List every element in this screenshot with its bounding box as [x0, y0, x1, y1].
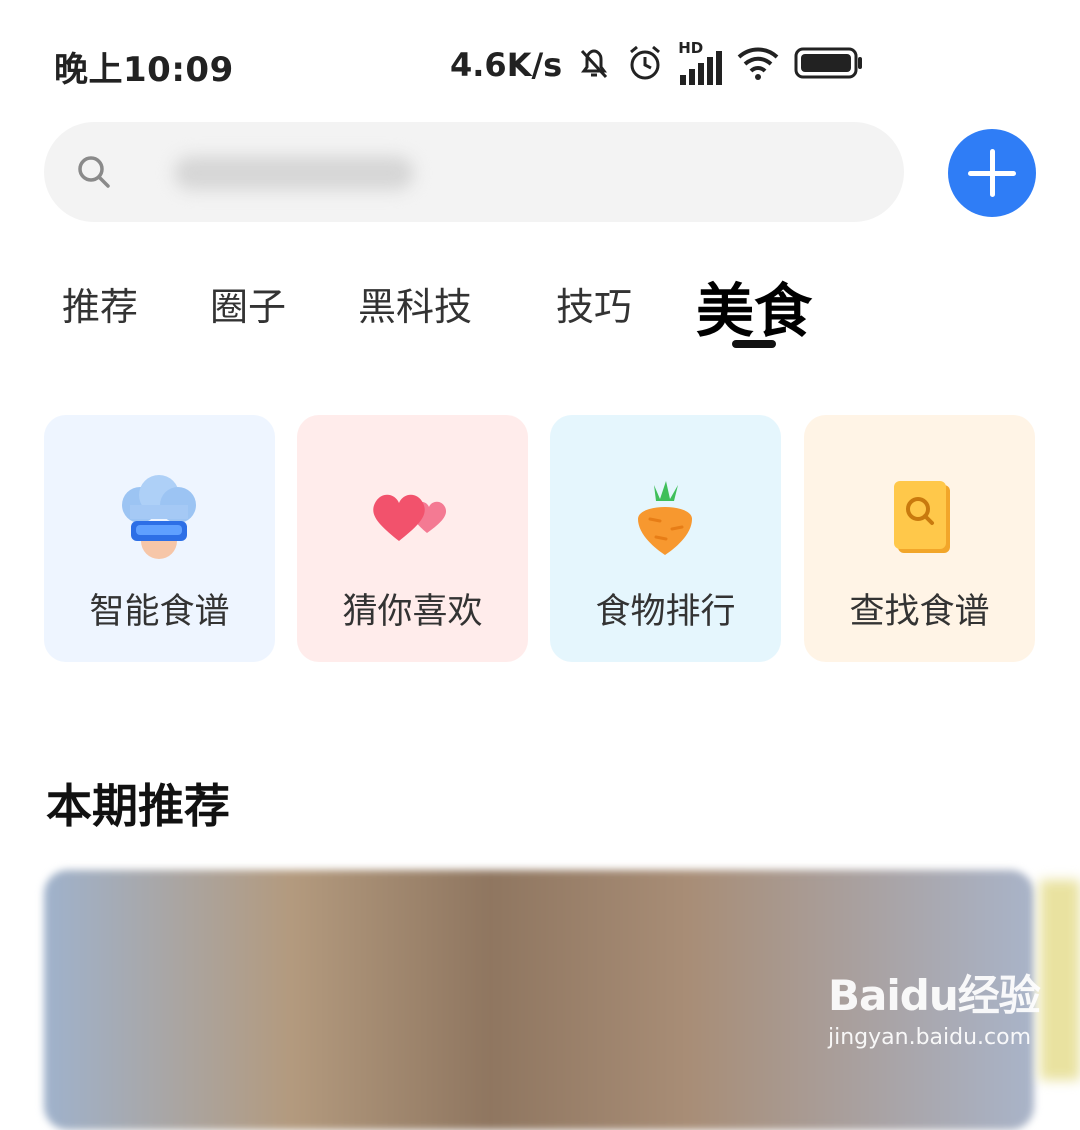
wifi-icon	[736, 45, 780, 85]
card-food-ranking[interactable]: 食物排行	[550, 415, 781, 662]
status-icons: 4.6K/s HD	[450, 39, 864, 90]
search-bar[interactable]	[44, 122, 904, 222]
carrot-icon	[610, 463, 720, 573]
tab-food[interactable]: 美食	[696, 264, 812, 348]
battery-icon	[794, 46, 864, 84]
status-time: 晚上10:09	[54, 50, 234, 90]
tab-tips[interactable]: 技巧	[556, 276, 632, 331]
card-label: 查找食谱	[849, 592, 990, 632]
card-smart-recipe[interactable]: 智能食谱	[44, 415, 275, 662]
recipe-book-search-icon	[864, 463, 974, 573]
card-label: 猜你喜欢	[342, 592, 483, 632]
next-banner-peek[interactable]	[1040, 880, 1080, 1080]
add-button[interactable]	[948, 129, 1036, 217]
search-hint-blurred	[174, 156, 414, 190]
watermark-brand: Baidu经验	[828, 971, 1041, 1020]
section-title: 本期推荐	[46, 779, 230, 833]
watermark: Baidu经验 jingyan.baidu.com	[828, 962, 1041, 1050]
alarm-icon	[626, 44, 664, 86]
chef-hat-icon	[104, 463, 214, 573]
tab-circle[interactable]: 圈子	[210, 276, 286, 331]
hearts-icon	[357, 463, 467, 573]
tab-indicator	[732, 340, 776, 348]
mute-bell-icon	[576, 45, 612, 85]
status-bar: 晚上10:09 4.6K/s HD	[0, 0, 1080, 130]
watermark-url: jingyan.baidu.com	[828, 1025, 1032, 1050]
tab-recommend[interactable]: 推荐	[62, 276, 138, 331]
network-speed: 4.6K/s	[450, 46, 563, 84]
tab-tech[interactable]: 黑科技	[358, 276, 472, 331]
card-label: 智能食谱	[89, 592, 230, 632]
card-guess-you-like[interactable]: 猜你喜欢	[297, 415, 528, 662]
card-label: 食物排行	[595, 592, 736, 632]
card-find-recipe[interactable]: 查找食谱	[804, 415, 1035, 662]
signal-icon: HD	[678, 39, 723, 85]
search-icon	[76, 154, 112, 194]
